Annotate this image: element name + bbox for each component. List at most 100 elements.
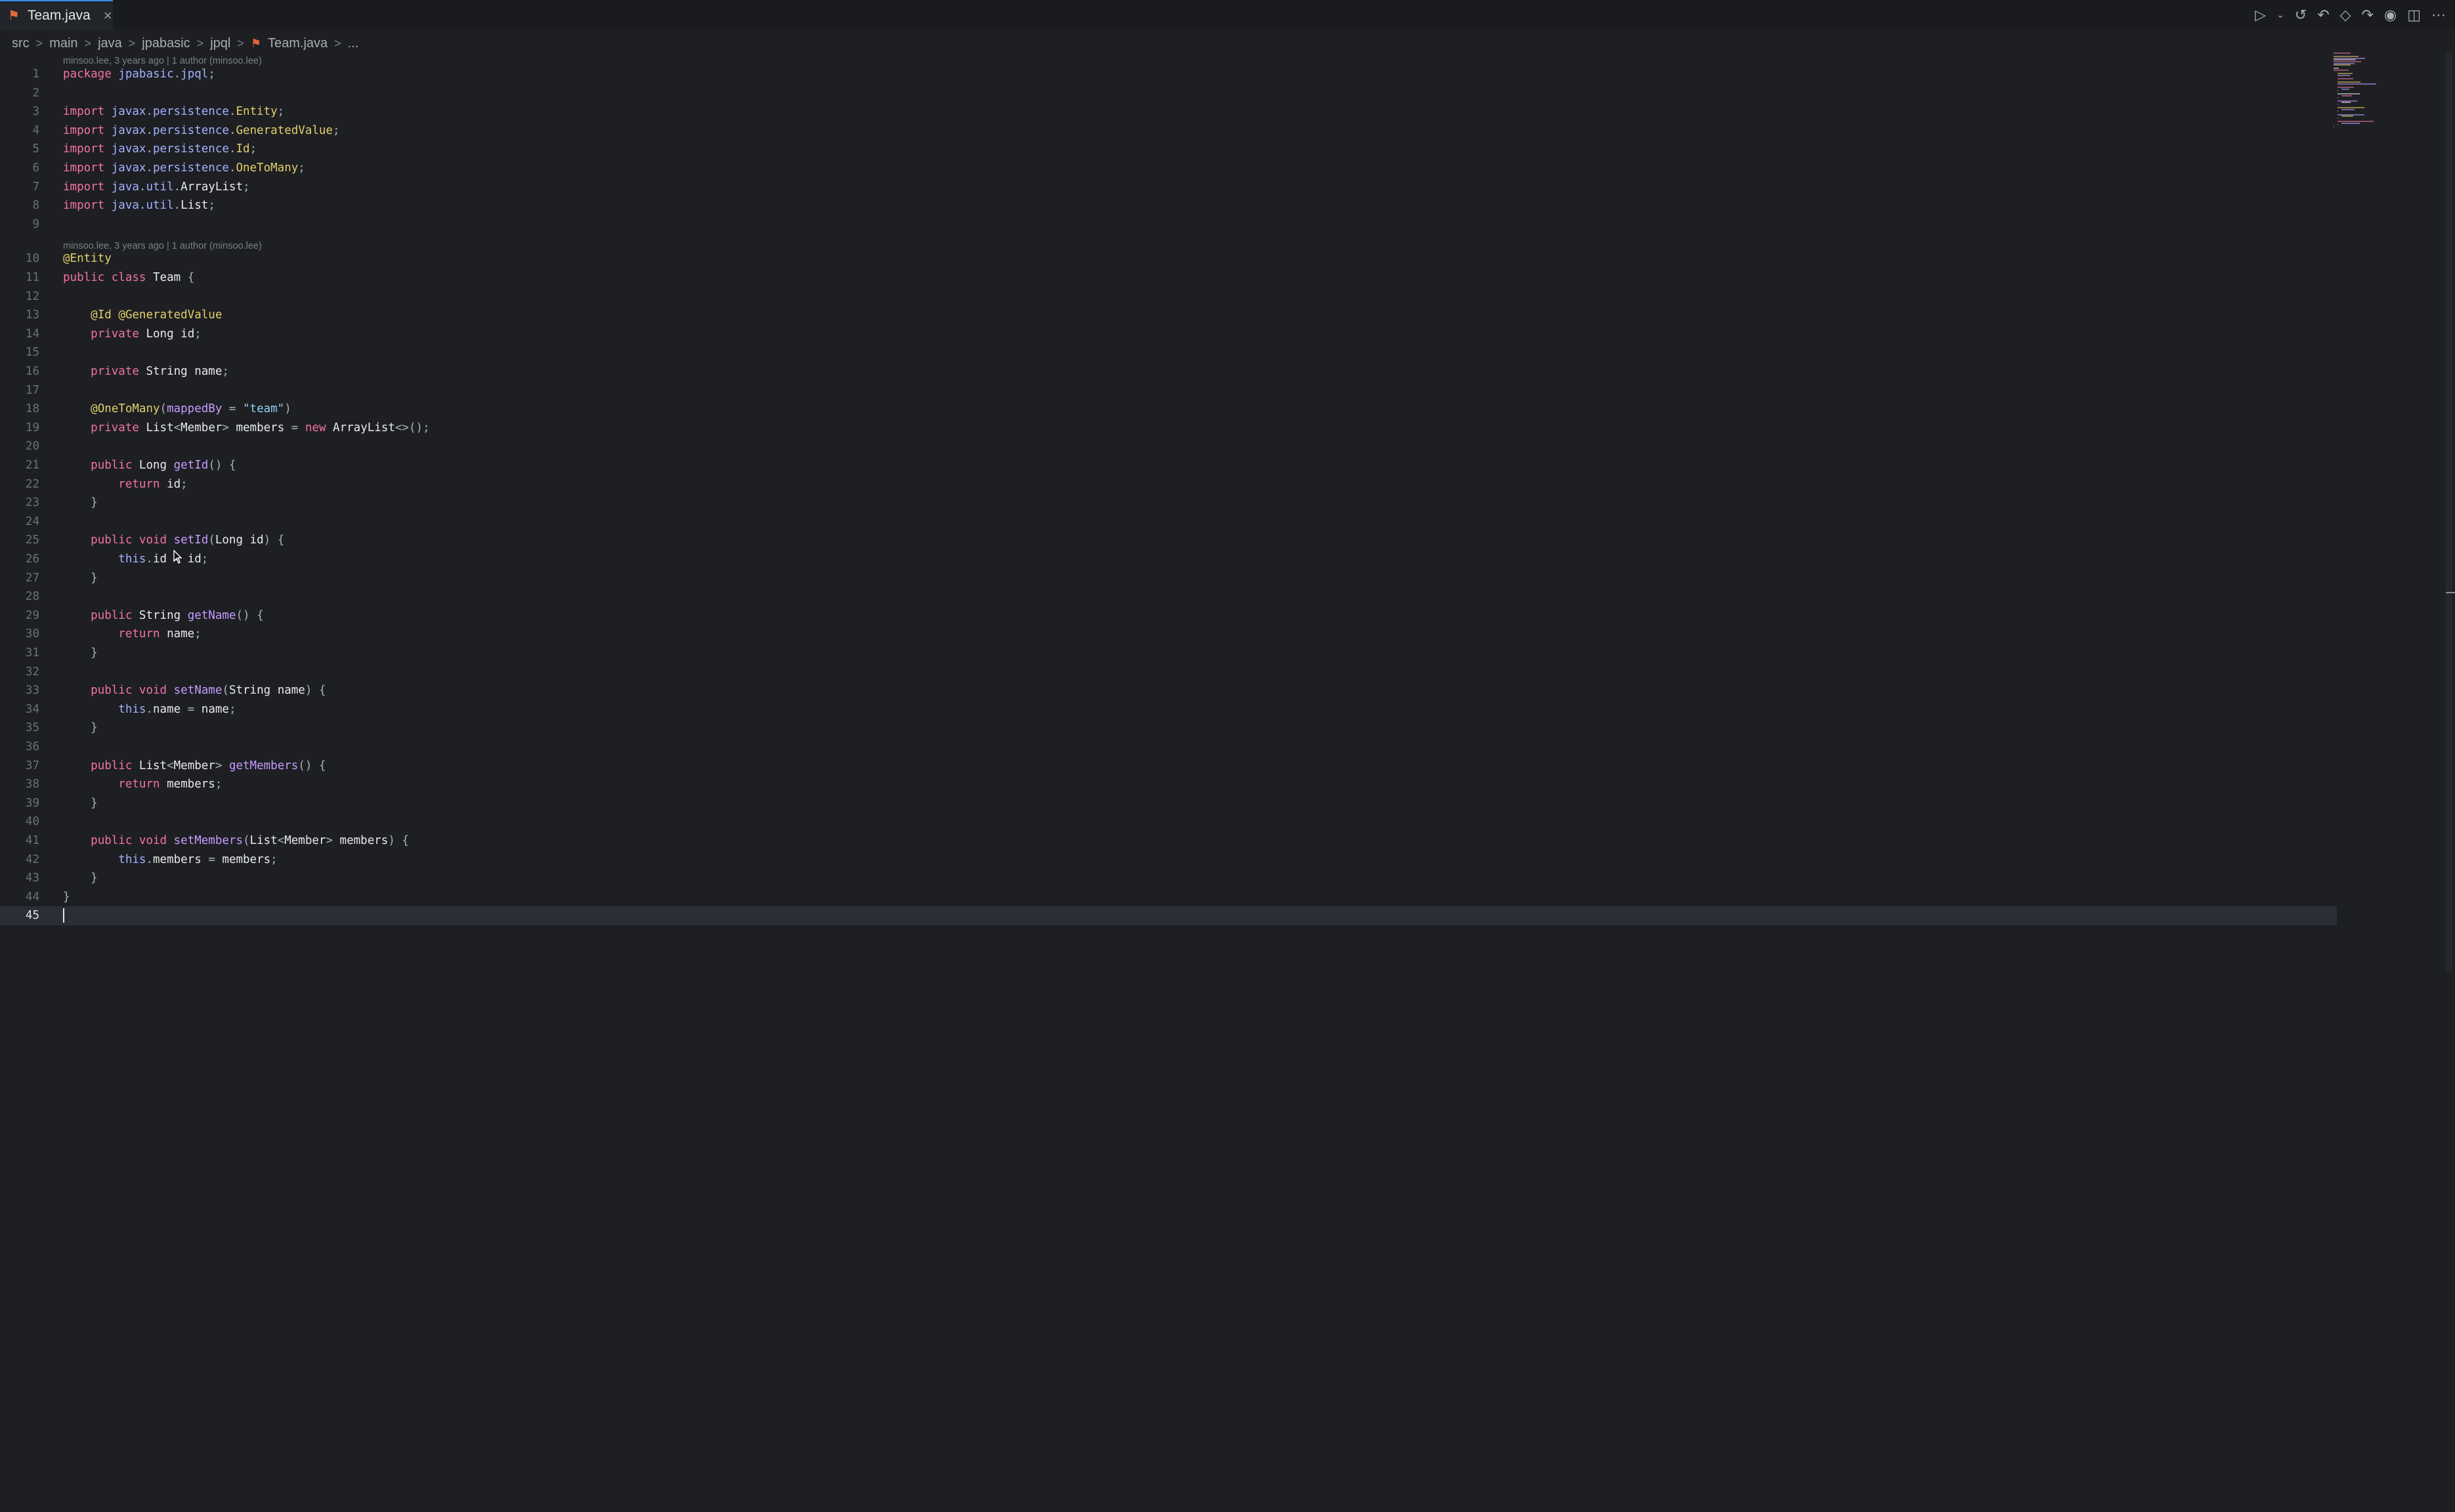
code-text[interactable]: private List<Member> members = new Array…	[63, 419, 429, 438]
breadcrumb-file[interactable]: Team.java	[268, 36, 328, 51]
code-line[interactable]: 22 return id;	[0, 475, 2337, 494]
chevron-down-icon[interactable]: ⌄	[2276, 9, 2284, 20]
code-line[interactable]: 5 import javax.persistence.Id;	[0, 140, 2337, 159]
code-line[interactable]: 42 this.members = members;	[0, 850, 2337, 870]
code-line[interactable]: 25 public void setId(Long id) {	[0, 531, 2337, 550]
code-line[interactable]: 44}	[0, 888, 2337, 907]
code-text[interactable]: import javax.persistence.OneToMany;	[63, 159, 305, 178]
code-text[interactable]: return name;	[63, 625, 201, 644]
code-line[interactable]: 39 }	[0, 794, 2337, 813]
code-line[interactable]: 18 @OneToMany(mappedBy = "team")	[0, 400, 2337, 419]
code-text[interactable]: public List<Member> getMembers() {	[63, 757, 326, 776]
code-line[interactable]: 43 }	[0, 869, 2337, 888]
breadcrumb-jpql[interactable]: jpql	[210, 36, 230, 51]
code-line[interactable]: 11 public class Team {	[0, 268, 2337, 287]
code-editor[interactable]: minsoo.lee, 3 years ago | 1 author (mins…	[0, 54, 2455, 1512]
code-text[interactable]: import javax.persistence.GeneratedValue;	[63, 121, 340, 140]
code-line[interactable]: 14 private Long id;	[0, 325, 2337, 344]
more-icon[interactable]: ⋯	[2431, 7, 2446, 24]
code-line[interactable]: 30 return name;	[0, 625, 2337, 644]
code-line[interactable]: 27 }	[0, 569, 2337, 588]
code-line[interactable]: 35 }	[0, 719, 2337, 738]
code-line[interactable]: 20	[0, 437, 2337, 456]
code-line[interactable]: 24	[0, 513, 2337, 532]
code-line[interactable]: 7 import java.util.ArrayList;	[0, 178, 2337, 197]
code-line[interactable]: 37 public List<Member> getMembers() {	[0, 757, 2337, 776]
code-line[interactable]: 38 return members;	[0, 775, 2337, 794]
code-text[interactable]: public Long getId() {	[63, 456, 236, 475]
code-text[interactable]: this.members = members;	[63, 850, 277, 870]
code-text[interactable]: @Entity	[63, 249, 112, 268]
code-text[interactable]: }	[63, 794, 98, 813]
code-line[interactable]: 31 }	[0, 644, 2337, 663]
code-line[interactable]: 15	[0, 343, 2337, 362]
code-line[interactable]: 33 public void setName(String name) {	[0, 681, 2337, 700]
code-line[interactable]: 3 import javax.persistence.Entity;	[0, 102, 2337, 121]
code-line[interactable]: 16 private String name;	[0, 362, 2337, 381]
code-text[interactable]: return id;	[63, 475, 187, 494]
breadcrumb-java[interactable]: java	[98, 36, 122, 51]
run-icon[interactable]: ▷	[2255, 7, 2266, 24]
code-text[interactable]: public String getName() {	[63, 606, 263, 625]
code-line[interactable]: 9	[0, 215, 2337, 234]
code-text[interactable]: import java.util.ArrayList;	[63, 178, 250, 197]
code-text[interactable]: @Id @GeneratedValue	[63, 306, 222, 325]
code-line[interactable]: 28	[0, 587, 2337, 606]
code-text[interactable]: }	[63, 888, 70, 907]
vertical-scrollbar[interactable]	[2446, 52, 2452, 971]
code-line[interactable]: 13 @Id @GeneratedValue	[0, 306, 2337, 325]
minimap[interactable]	[2334, 52, 2386, 131]
code-line[interactable]: 8 import java.util.List;	[0, 196, 2337, 215]
code-line[interactable]: 45	[0, 906, 2337, 925]
code-text[interactable]: import javax.persistence.Entity;	[63, 102, 284, 121]
code-text[interactable]: }	[63, 494, 98, 513]
code-line[interactable]: 29 public String getName() {	[0, 606, 2337, 625]
code-line[interactable]: 21 public Long getId() {	[0, 456, 2337, 475]
code-line[interactable]: 12	[0, 287, 2337, 306]
code-text[interactable]: this.id = id;	[63, 550, 208, 569]
code-text[interactable]: public void setMembers(List<Member> memb…	[63, 831, 409, 850]
code-text[interactable]: public class Team {	[63, 268, 194, 287]
code-line[interactable]: 10 @Entity	[0, 249, 2337, 268]
code-line[interactable]: 32	[0, 663, 2337, 682]
go-back-icon[interactable]: ↶	[2317, 7, 2329, 24]
close-icon[interactable]: ×	[104, 7, 112, 24]
code-line[interactable]: 23 }	[0, 494, 2337, 513]
code-text[interactable]	[63, 906, 64, 925]
code-text[interactable]: private Long id;	[63, 325, 202, 344]
tab-team-java[interactable]: ⚑ Team.java ×	[0, 0, 113, 30]
code-line[interactable]: 36	[0, 738, 2337, 757]
code-text[interactable]: public void setId(Long id) {	[63, 531, 284, 550]
copilot-icon[interactable]: ◉	[2384, 7, 2397, 24]
breadcrumb-more[interactable]: ...	[348, 36, 359, 51]
code-text[interactable]: this.name = name;	[63, 700, 236, 719]
code-line[interactable]: 6 import javax.persistence.OneToMany;	[0, 159, 2337, 178]
code-line[interactable]: 17	[0, 381, 2337, 400]
code-text[interactable]: }	[63, 644, 98, 663]
history-icon[interactable]: ↺	[2295, 7, 2307, 24]
split-editor-icon[interactable]: ◫	[2407, 7, 2421, 24]
code-text[interactable]: import javax.persistence.Id;	[63, 140, 257, 159]
code-line[interactable]: 1 package jpabasic.jpql;	[0, 65, 2337, 84]
code-text[interactable]: public void setName(String name) {	[63, 681, 326, 700]
code-line[interactable]: 40	[0, 812, 2337, 831]
code-line[interactable]: 2	[0, 84, 2337, 103]
code-text[interactable]: }	[63, 869, 98, 888]
code-text[interactable]: private String name;	[63, 362, 229, 381]
breadcrumb-main[interactable]: main	[49, 36, 77, 51]
code-text[interactable]: import java.util.List;	[63, 196, 215, 215]
code-line[interactable]: 41 public void setMembers(List<Member> m…	[0, 831, 2337, 850]
code-text[interactable]: @OneToMany(mappedBy = "team")	[63, 400, 291, 419]
code-text[interactable]: return members;	[63, 775, 222, 794]
code-line[interactable]: 4 import javax.persistence.GeneratedValue…	[0, 121, 2337, 140]
changes-icon[interactable]: ◇	[2340, 7, 2351, 24]
go-forward-icon[interactable]: ↷	[2362, 7, 2374, 24]
code-line[interactable]: 34 this.name = name;	[0, 700, 2337, 719]
code-text[interactable]: package jpabasic.jpql;	[63, 65, 215, 84]
breadcrumb-src[interactable]: src	[12, 36, 30, 51]
code-line[interactable]: 26 this.id = id;	[0, 550, 2337, 569]
code-text[interactable]: }	[63, 719, 98, 738]
breadcrumb-jpabasic[interactable]: jpabasic	[142, 36, 190, 51]
code-text[interactable]: }	[63, 569, 98, 588]
code-line[interactable]: 19 private List<Member> members = new Ar…	[0, 419, 2337, 438]
